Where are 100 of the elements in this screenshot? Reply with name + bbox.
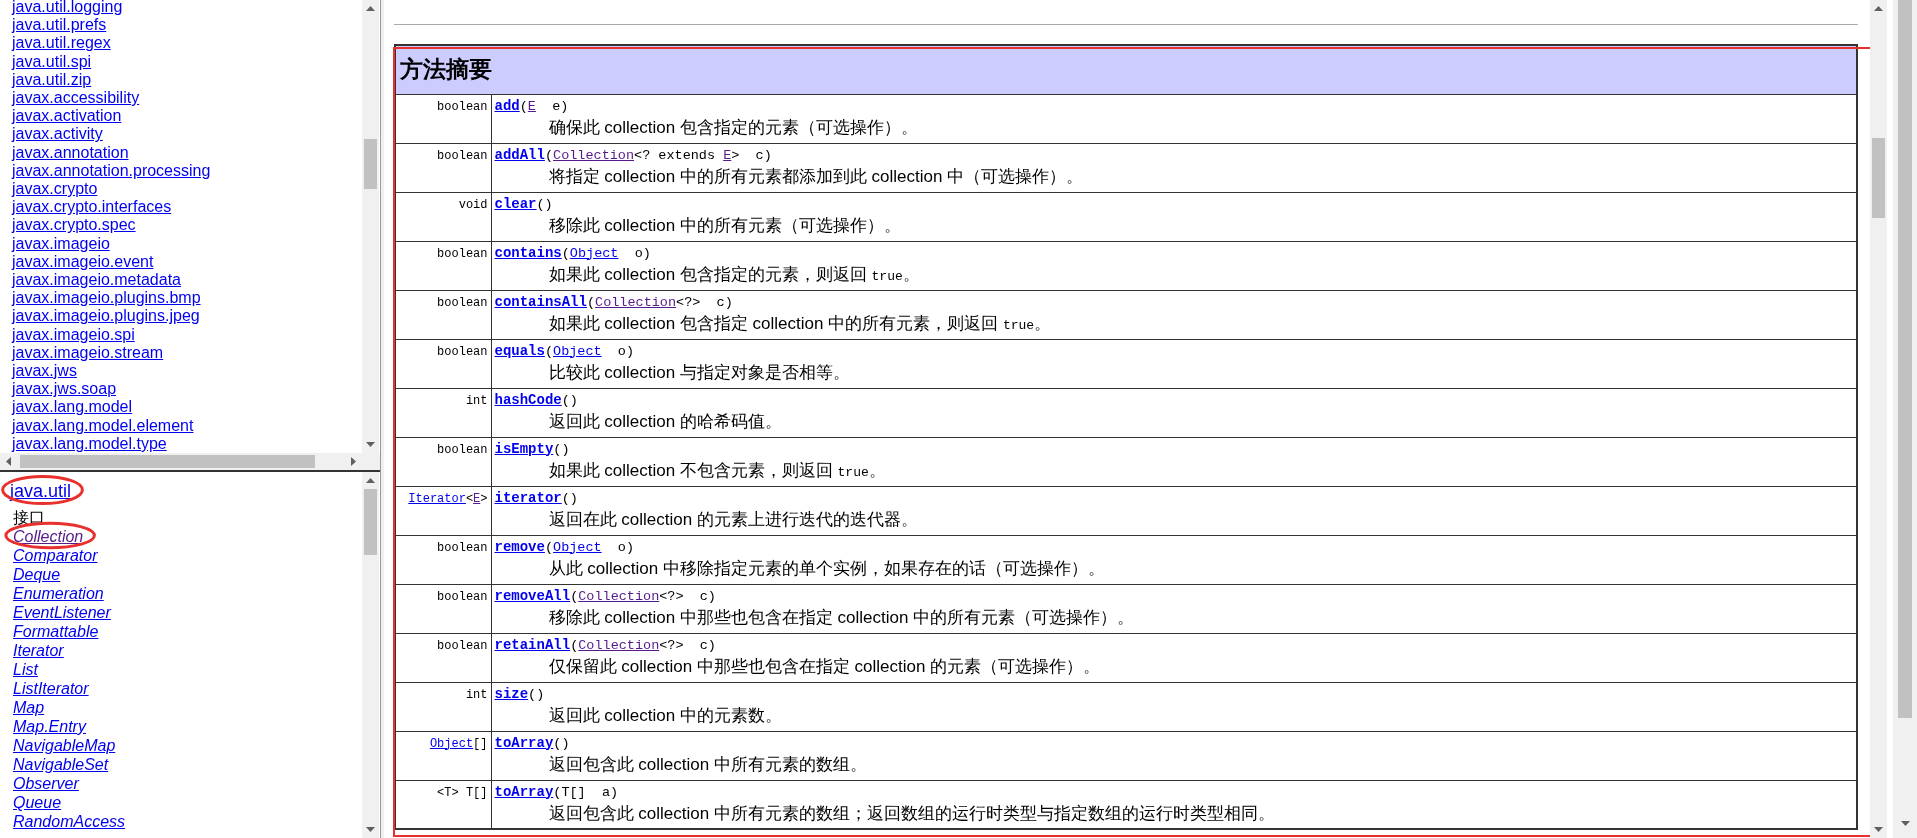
- method-link[interactable]: removeAll: [494, 587, 571, 604]
- method-link[interactable]: retainAll: [494, 636, 571, 653]
- interface-link[interactable]: Comparator: [13, 546, 98, 565]
- interface-link[interactable]: Formattable: [13, 622, 99, 641]
- package-link[interactable]: java.util.zip: [12, 70, 92, 89]
- interface-link[interactable]: Enumeration: [13, 584, 104, 603]
- method-signature: contains(Object o): [494, 243, 651, 263]
- package-link[interactable]: javax.jws: [12, 362, 77, 381]
- method-link[interactable]: hashCode: [494, 391, 562, 408]
- scroll-down-icon[interactable]: [366, 827, 375, 832]
- interface-link[interactable]: NavigableSet: [13, 755, 109, 774]
- vertical-scrollbar[interactable]: [1893, 0, 1917, 838]
- scroll-up-icon[interactable]: [366, 478, 375, 483]
- method-link[interactable]: add: [494, 97, 520, 114]
- method-link[interactable]: equals: [494, 342, 545, 359]
- package-link[interactable]: javax.accessibility: [12, 89, 140, 108]
- type-link[interactable]: Object: [569, 245, 619, 261]
- package-link[interactable]: javax.imageio.plugins.bmp: [12, 289, 201, 308]
- package-link[interactable]: javax.imageio.plugins.jpeg: [12, 307, 200, 326]
- type-link[interactable]: E: [723, 147, 732, 163]
- interface-link[interactable]: Iterator: [13, 641, 64, 660]
- interface-link[interactable]: List: [13, 660, 38, 679]
- type-link[interactable]: Collection: [578, 637, 660, 653]
- package-link[interactable]: javax.crypto.spec: [12, 216, 136, 235]
- package-link[interactable]: javax.crypto: [12, 180, 98, 199]
- method-description: 确保此 collection 包含指定的元素（可选操作）。: [548, 116, 918, 138]
- method-link[interactable]: size: [494, 685, 529, 702]
- method-link[interactable]: iterator: [494, 489, 562, 506]
- package-link[interactable]: javax.activation: [12, 107, 122, 126]
- interface-link[interactable]: Deque: [13, 565, 61, 584]
- type-link[interactable]: Object: [553, 343, 602, 359]
- vertical-scrollbar[interactable]: [1870, 0, 1887, 838]
- return-type-cell: boolean: [395, 143, 491, 192]
- type-link[interactable]: Collection: [578, 588, 660, 604]
- method-signature: add(E e): [494, 96, 569, 116]
- package-link[interactable]: java.util.prefs: [12, 16, 107, 35]
- package-link[interactable]: java.util.regex: [12, 34, 111, 53]
- method-link[interactable]: remove: [494, 538, 545, 555]
- scrollbar-thumb[interactable]: [1898, 0, 1912, 718]
- package-link[interactable]: java.util.logging: [12, 0, 123, 17]
- scroll-down-icon[interactable]: [366, 442, 375, 447]
- package-link[interactable]: javax.crypto.interfaces: [12, 198, 172, 217]
- package-link[interactable]: javax.imageio.spi: [12, 325, 135, 344]
- method-signature: retainAll(Collection<?> c): [494, 635, 716, 655]
- interface-link[interactable]: Queue: [13, 793, 62, 812]
- package-link[interactable]: javax.lang.model: [12, 398, 133, 417]
- return-type-cell: void: [395, 192, 491, 241]
- interface-link[interactable]: EventListener: [13, 603, 111, 622]
- package-link[interactable]: java.util.spi: [12, 52, 92, 71]
- method-link[interactable]: clear: [494, 195, 537, 212]
- scrollbar-thumb[interactable]: [1872, 137, 1885, 218]
- interface-link[interactable]: Observer: [13, 774, 79, 793]
- method-link[interactable]: isEmpty: [494, 440, 554, 457]
- method-link[interactable]: contains: [494, 244, 562, 261]
- package-link[interactable]: javax.annotation.processing: [12, 161, 211, 181]
- package-link[interactable]: javax.imageio.stream: [12, 343, 164, 363]
- package-link[interactable]: javax.activity: [12, 125, 103, 144]
- interface-link[interactable]: Map: [13, 698, 45, 717]
- method-link[interactable]: containsAll: [494, 293, 587, 310]
- type-link[interactable]: E: [527, 98, 536, 114]
- package-link[interactable]: javax.lang.model.element: [12, 416, 194, 435]
- vertical-scrollbar[interactable]: [362, 0, 379, 453]
- scrollbar-thumb[interactable]: [364, 138, 377, 189]
- interface-link[interactable]: RandomAccess: [13, 812, 126, 831]
- scroll-right-icon[interactable]: [351, 457, 356, 466]
- vertical-scrollbar[interactable]: [362, 472, 379, 838]
- return-type-cell: boolean: [395, 290, 491, 339]
- horizontal-scrollbar[interactable]: [0, 453, 362, 470]
- type-link[interactable]: Object: [429, 736, 474, 751]
- return-type-cell: int: [395, 682, 491, 731]
- scrollbar-thumb[interactable]: [20, 455, 315, 468]
- scroll-up-icon[interactable]: [1874, 6, 1883, 11]
- package-link[interactable]: javax.lang.model.type: [12, 434, 167, 453]
- package-link[interactable]: javax.imageio.metadata: [12, 271, 181, 290]
- scroll-down-icon[interactable]: [1900, 820, 1910, 826]
- method-description: 返回在此 collection 的元素上进行迭代的迭代器。: [548, 508, 918, 530]
- scrollbar-thumb[interactable]: [364, 489, 377, 556]
- type-link[interactable]: Object: [553, 539, 602, 555]
- type-link[interactable]: Collection: [595, 294, 677, 310]
- interface-link[interactable]: Map.Entry: [13, 717, 86, 736]
- interface-link[interactable]: ListIterator: [13, 679, 89, 698]
- method-description: 返回包含此 collection 中所有元素的数组；返回数组的运行时类型与指定数组的运行时类型相同。: [548, 802, 1275, 824]
- type-link[interactable]: Collection: [553, 147, 635, 163]
- scroll-up-icon[interactable]: [366, 6, 375, 11]
- scroll-down-icon[interactable]: [1874, 827, 1883, 832]
- type-link[interactable]: E: [473, 491, 481, 506]
- scroll-left-icon[interactable]: [6, 457, 11, 466]
- method-link[interactable]: toArray: [494, 734, 554, 751]
- method-description: 仅保留此 collection 中那些也包含在指定 collection 的元素（可选操作）。: [548, 655, 1101, 677]
- return-type-cell: boolean: [395, 339, 491, 388]
- method-link[interactable]: addAll: [494, 146, 545, 163]
- package-link[interactable]: javax.annotation: [12, 143, 129, 162]
- method-signature: addAll(Collection<? extends E> c): [494, 145, 772, 165]
- package-link[interactable]: javax.imageio.event: [12, 252, 154, 272]
- method-description: 返回包含此 collection 中所有元素的数组。: [548, 753, 867, 775]
- interface-link[interactable]: NavigableMap: [13, 736, 116, 755]
- type-link[interactable]: Iterator: [408, 491, 466, 506]
- method-link[interactable]: toArray: [494, 783, 554, 800]
- package-link[interactable]: javax.imageio: [12, 234, 110, 253]
- package-link[interactable]: javax.jws.soap: [12, 380, 117, 399]
